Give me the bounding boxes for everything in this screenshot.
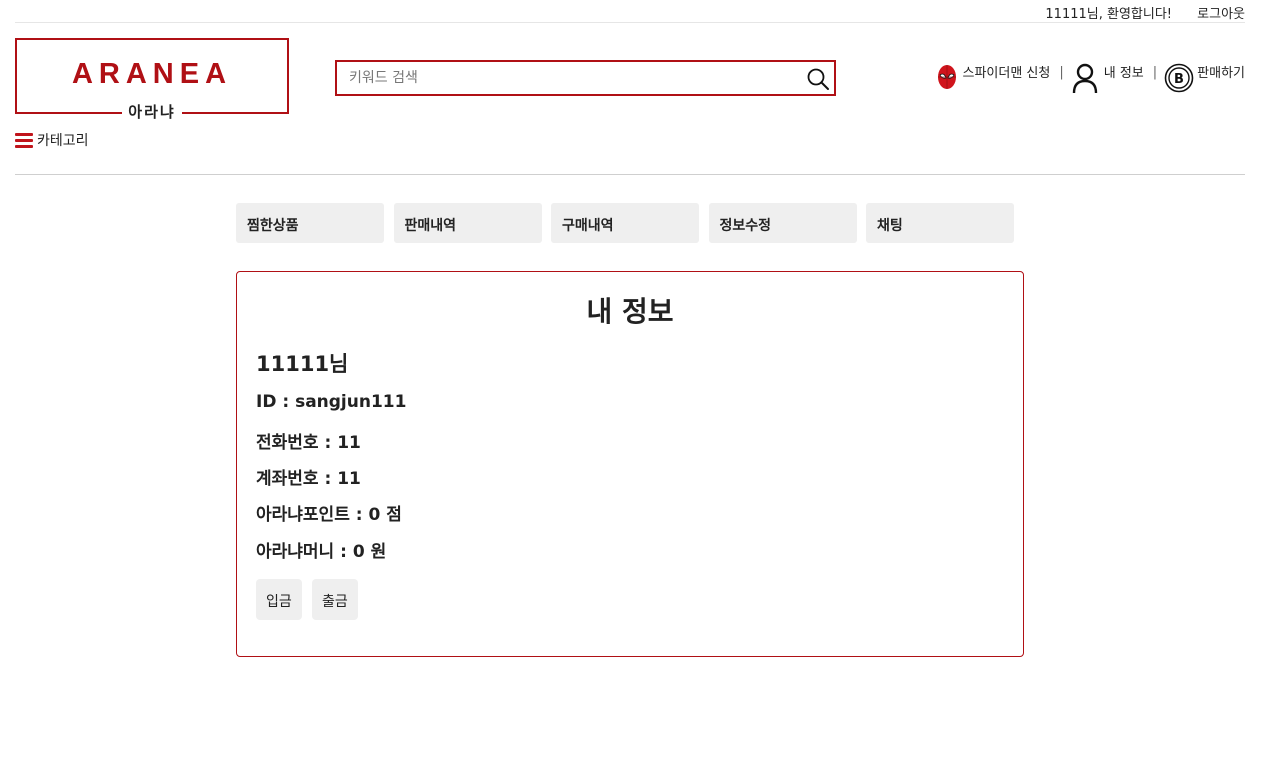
sell-label: 판매하기	[1197, 66, 1245, 81]
tab-wishlist[interactable]: 찜한상품	[236, 203, 384, 243]
logo-subtext: 아라냐	[122, 103, 182, 121]
user-id-row: ID : sangjun111	[256, 392, 407, 412]
user-icon	[1072, 63, 1097, 94]
coin-icon: B	[1164, 63, 1194, 93]
top-bar: 11111님, 환영합니다! 로그아웃	[15, 0, 1245, 23]
logo-text: ARANEA	[71, 58, 233, 90]
my-info-label: 내 정보	[1103, 66, 1144, 81]
logout-link[interactable]: 로그아웃	[1197, 3, 1245, 22]
logo-subtext-wrap: 아라냐	[17, 101, 287, 122]
deposit-button[interactable]: 입금	[256, 579, 302, 620]
search-bar	[335, 60, 836, 96]
category-label: 카테고리	[37, 133, 89, 149]
nav-separator: |	[1152, 65, 1158, 80]
withdraw-button[interactable]: 출금	[312, 579, 358, 620]
mypage-tabs: 찜한상품 판매내역 구매내역 정보수정 채팅	[236, 203, 1024, 243]
spiderman-apply-link[interactable]: 스파이더맨 신청	[936, 62, 1051, 90]
tab-sales-history[interactable]: 판매내역	[393, 203, 542, 243]
point-row: 아라냐포인트 : 0 점	[256, 505, 402, 525]
page-title: 내 정보	[586, 295, 674, 328]
tab-purchase-history[interactable]: 구매내역	[551, 203, 699, 243]
search-icon[interactable]	[806, 67, 830, 91]
category-menu-button[interactable]: 카테고리	[15, 130, 89, 150]
spiderman-icon	[937, 65, 956, 89]
sell-link[interactable]: B 판매하기	[1164, 62, 1245, 93]
header-divider	[15, 174, 1245, 175]
tab-edit-info[interactable]: 정보수정	[708, 203, 857, 243]
welcome-text: 11111님, 환영합니다!	[1045, 7, 1172, 22]
tab-chat[interactable]: 채팅	[866, 203, 1014, 243]
site-logo[interactable]: ARANEA 아라냐	[15, 38, 289, 121]
account-row: 계좌번호 : 11	[256, 469, 361, 489]
spiderman-apply-label: 스파이더맨 신청	[962, 66, 1051, 81]
menu-icon	[15, 132, 33, 148]
user-nav: 스파이더맨 신청 | 내 정보 | B 판매하기	[936, 62, 1245, 94]
svg-text:B: B	[1174, 72, 1184, 87]
my-info-card: 내 정보 11111님 ID : sangjun111 전화번호 : 11 계좌…	[236, 271, 1024, 657]
my-info-link[interactable]: 내 정보	[1071, 62, 1144, 94]
phone-row: 전화번호 : 11	[256, 433, 361, 453]
nav-separator: |	[1059, 65, 1064, 80]
user-name: 11111님	[256, 352, 349, 376]
search-input[interactable]	[349, 66, 789, 90]
money-row: 아라냐머니 : 0 원	[256, 542, 387, 562]
